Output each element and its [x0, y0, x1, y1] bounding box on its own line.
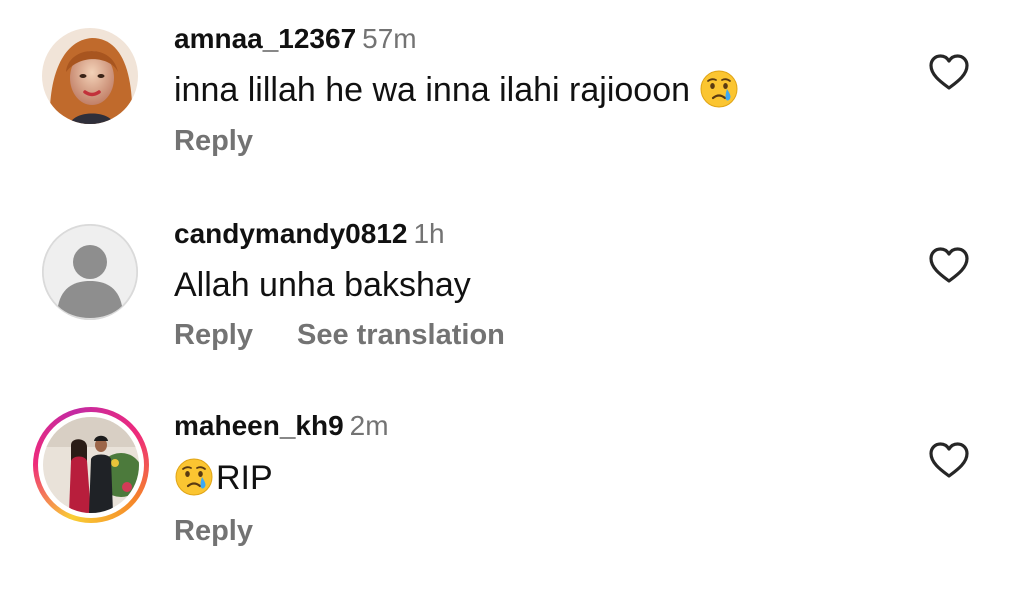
crying-face-emoji-icon [700, 70, 738, 108]
timestamp: 57m [362, 23, 417, 54]
see-translation-button[interactable]: See translation [297, 319, 505, 351]
comment-text-content: RIP [216, 459, 273, 497]
heart-outline-icon[interactable] [928, 53, 970, 91]
comment-item: maheen_kh9 2m RIP Reply [0, 385, 1024, 597]
comment-actions: Reply [174, 124, 253, 158]
comment-text-content: inna lillah he wa inna ilahi rajiooon [174, 71, 691, 109]
avatar [43, 417, 139, 513]
heart-outline-icon[interactable] [928, 441, 970, 479]
reply-button[interactable]: Reply [174, 515, 253, 547]
comment-text-content: Allah unha bakshay [174, 266, 471, 304]
comment-item: amnaa_12367 57m inna lillah he wa inna il… [0, 0, 1024, 190]
comment-header: maheen_kh9 2m [174, 409, 389, 443]
username[interactable]: maheen_kh9 [174, 410, 344, 441]
default-user-avatar[interactable] [42, 224, 138, 320]
heart-outline-icon[interactable] [928, 246, 970, 284]
comment-text: Allah unha bakshay [174, 264, 471, 306]
comment-text: RIP [174, 457, 273, 499]
username[interactable]: amnaa_12367 [174, 23, 356, 54]
comment-header: amnaa_12367 57m [174, 22, 417, 56]
timestamp: 1h [413, 218, 445, 249]
comment-actions: Reply [174, 514, 253, 548]
timestamp: 2m [349, 410, 389, 441]
reply-button[interactable]: Reply [174, 319, 253, 351]
avatar[interactable] [42, 28, 138, 124]
username[interactable]: candymandy0812 [174, 218, 407, 249]
comment-header: candymandy0812 1h [174, 217, 445, 251]
comment-item: candymandy0812 1h Allah unha bakshay Repl… [0, 190, 1024, 385]
comment-actions: Reply See translation [174, 318, 505, 352]
story-ring-avatar[interactable] [33, 407, 149, 523]
comment-text: inna lillah he wa inna ilahi rajiooon [174, 69, 739, 111]
reply-button[interactable]: Reply [174, 125, 253, 157]
crying-face-emoji-icon [175, 458, 213, 496]
